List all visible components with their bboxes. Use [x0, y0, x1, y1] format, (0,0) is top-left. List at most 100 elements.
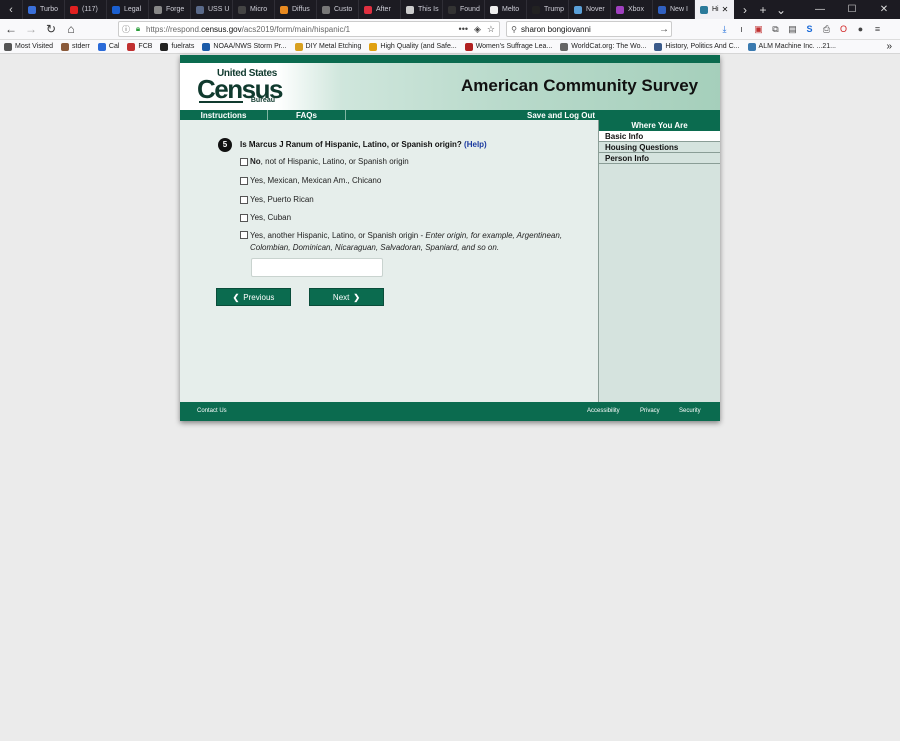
bookmark-item[interactable]: History, Politics And C...	[650, 42, 743, 51]
browser-tab[interactable]: Custo	[316, 0, 358, 19]
new-tab-icon[interactable]: +	[754, 3, 772, 17]
tab-scroll-left-icon[interactable]: ‹	[0, 0, 22, 19]
extension-icon-1[interactable]: ı	[733, 22, 750, 36]
browser-tab[interactable]: Turbo	[22, 0, 64, 19]
census-logo[interactable]: United States Census Bureau	[197, 68, 283, 104]
checkbox-no[interactable]	[240, 158, 248, 166]
page-actions-icon[interactable]: •••	[459, 24, 468, 35]
previous-button[interactable]: ❮ Previous	[216, 288, 291, 306]
option-mexican-label[interactable]: Yes, Mexican, Mexican Am., Chicano	[250, 176, 381, 185]
skype-icon[interactable]: S	[801, 22, 818, 36]
browser-tab[interactable]: Found	[442, 0, 484, 19]
privacy-link[interactable]: Privacy	[640, 408, 660, 414]
browser-tab[interactable]: Hi ✕	[694, 0, 734, 19]
option-puerto-rican[interactable]: Yes, Puerto Rican	[240, 195, 314, 204]
browser-tab[interactable]: Diffus	[274, 0, 316, 19]
browser-tab[interactable]: USS U	[190, 0, 232, 19]
browser-tab[interactable]: Melto	[484, 0, 526, 19]
bookmark-star-icon[interactable]: ☆	[487, 24, 495, 35]
browser-tab[interactable]: Forge	[148, 0, 190, 19]
faqs-link[interactable]: FAQs	[268, 110, 346, 120]
sidebar-item-person-info[interactable]: Person Info	[599, 153, 720, 164]
chevron-left-icon: ❮	[232, 292, 240, 302]
browser-tab[interactable]: Micro	[232, 0, 274, 19]
option-no[interactable]: No, not of Hispanic, Latino, or Spanish …	[240, 157, 409, 166]
checkbox-mexican[interactable]	[240, 177, 248, 185]
option-no-bold: No	[250, 157, 261, 166]
browser-tab[interactable]: New I	[652, 0, 694, 19]
checkbox-cuban[interactable]	[240, 214, 248, 222]
browser-tab[interactable]: (117)	[64, 0, 106, 19]
bookmark-item[interactable]: WorldCat.org: The Wo...	[556, 42, 650, 51]
browser-tab[interactable]: Trump	[526, 0, 568, 19]
download-icon[interactable]: ⤓	[716, 22, 733, 36]
bookmark-item[interactable]: Women's Suffrage Lea...	[461, 42, 557, 51]
help-link[interactable]: (Help)	[464, 140, 487, 149]
extension-icon-3[interactable]: ⧉	[767, 22, 784, 36]
next-button[interactable]: Next ❯	[309, 288, 384, 306]
maximize-icon[interactable]: ☐	[836, 4, 868, 15]
tab-label: Diffus	[292, 6, 310, 13]
forward-icon[interactable]: →	[22, 20, 40, 38]
checkbox-puerto-rican[interactable]	[240, 196, 248, 204]
accessibility-link[interactable]: Accessibility	[587, 408, 620, 414]
browser-tab[interactable]: Xbox	[610, 0, 652, 19]
option-other[interactable]: Yes, another Hispanic, Latino, or Spanis…	[240, 230, 570, 254]
reader-icon[interactable]: ▤	[784, 22, 801, 36]
minimize-icon[interactable]: —	[804, 4, 836, 15]
theme-icon[interactable]: ●	[852, 22, 869, 36]
bookmark-label: Most Visited	[15, 43, 53, 50]
print-icon[interactable]: ⎙	[818, 22, 835, 36]
bookmark-item[interactable]: Most Visited	[0, 42, 57, 51]
bookmark-label: WorldCat.org: The Wo...	[571, 43, 647, 50]
contact-us-link[interactable]: Contact Us	[197, 408, 227, 414]
search-go-icon[interactable]: →	[657, 24, 671, 35]
origin-input[interactable]	[251, 258, 383, 277]
browser-tab[interactable]: After	[358, 0, 400, 19]
bookmark-item[interactable]: DIY Metal Etching	[291, 42, 366, 51]
save-logout-link[interactable]: Save and Log Out	[527, 110, 595, 120]
menu-icon[interactable]: ≡	[869, 22, 886, 36]
tab-strip: Turbo (117) Legal Forge USS U Micro Diffus Cust…	[22, 0, 734, 19]
browser-tab[interactable]: This Is	[400, 0, 442, 19]
pocket-icon[interactable]: ◈	[474, 24, 481, 35]
bookmark-item[interactable]: ALM Machine Inc. ...21...	[744, 42, 840, 51]
browser-tab[interactable]: Legal	[106, 0, 148, 19]
checkbox-other[interactable]	[240, 231, 248, 239]
sidebar-item-basic-info[interactable]: Basic Info	[599, 131, 720, 142]
tab-close-icon[interactable]: ✕	[722, 5, 729, 14]
bookmark-item[interactable]: stderr	[57, 42, 94, 51]
search-input[interactable]: sharon bongiovanni	[521, 25, 657, 34]
sidebar-item-housing-questions[interactable]: Housing Questions	[599, 142, 720, 153]
url-bar[interactable]: ⓘ 🔒︎ https://respond.census.gov/acs2019/…	[118, 21, 500, 37]
instructions-link[interactable]: Instructions	[180, 110, 268, 120]
window-close-icon[interactable]: ✕	[868, 4, 900, 15]
back-icon[interactable]: ←	[2, 20, 20, 38]
option-cuban-label[interactable]: Yes, Cuban	[250, 213, 291, 222]
option-puerto-rican-label[interactable]: Yes, Puerto Rican	[250, 195, 314, 204]
home-icon[interactable]: ⌂	[62, 20, 80, 38]
option-no-label[interactable]: No, not of Hispanic, Latino, or Spanish …	[250, 157, 409, 166]
browser-tab[interactable]: Nover	[568, 0, 610, 19]
bookmark-item[interactable]: High Quality (and Safe...	[365, 42, 460, 51]
bookmark-label: History, Politics And C...	[665, 43, 740, 50]
bookmark-item[interactable]: NOAA/NWS Storm Pr...	[198, 42, 290, 51]
site-info-icon[interactable]: ⓘ	[119, 24, 133, 35]
tab-scroll-right-icon[interactable]: ›	[736, 3, 754, 17]
reload-icon[interactable]: ↻	[42, 20, 60, 38]
option-other-label[interactable]: Yes, another Hispanic, Latino, or Spanis…	[250, 230, 570, 254]
bookmark-item[interactable]: fuelrats	[156, 42, 198, 51]
extension-icon-2[interactable]: ▣	[750, 22, 767, 36]
bookmarks-overflow-icon[interactable]: »	[886, 41, 900, 52]
tab-label: Hi	[712, 6, 719, 13]
opera-icon[interactable]: O	[835, 22, 852, 36]
tab-list-icon[interactable]: ⌄	[772, 3, 790, 17]
bookmark-item[interactable]: Cal	[94, 42, 124, 51]
bookmark-favicon-icon	[464, 42, 473, 51]
option-mexican[interactable]: Yes, Mexican, Mexican Am., Chicano	[240, 176, 381, 185]
security-link[interactable]: Security	[679, 408, 701, 414]
search-bar[interactable]: ⚲ sharon bongiovanni →	[506, 21, 672, 37]
option-cuban[interactable]: Yes, Cuban	[240, 213, 291, 222]
question-number-badge: 5	[218, 138, 232, 152]
bookmark-item[interactable]: FCB	[123, 42, 156, 51]
